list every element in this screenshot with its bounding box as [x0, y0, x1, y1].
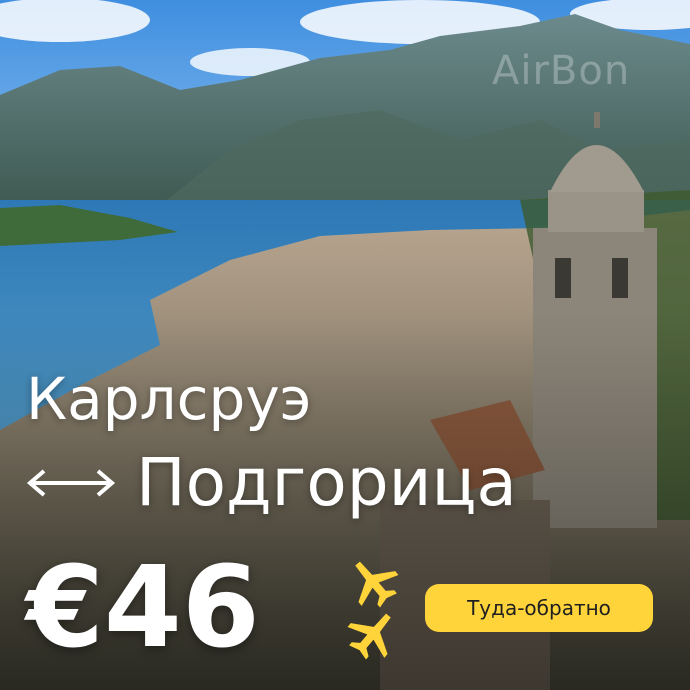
watermark-text: AirBon [492, 48, 631, 94]
destination-city: Подгорица [136, 444, 517, 521]
airplane-icon [347, 561, 399, 660]
trip-type-badge: Туда-обратно [425, 584, 653, 632]
double-arrow-icon [26, 469, 116, 497]
origin-city: Карлсруэ [26, 365, 312, 433]
destination-row: Подгорица [24, 450, 517, 516]
price-value: €46 [26, 543, 260, 673]
ad-card[interactable]: AirBon Карлсруэ Подгорица €46 Туда-обрат… [0, 0, 690, 690]
